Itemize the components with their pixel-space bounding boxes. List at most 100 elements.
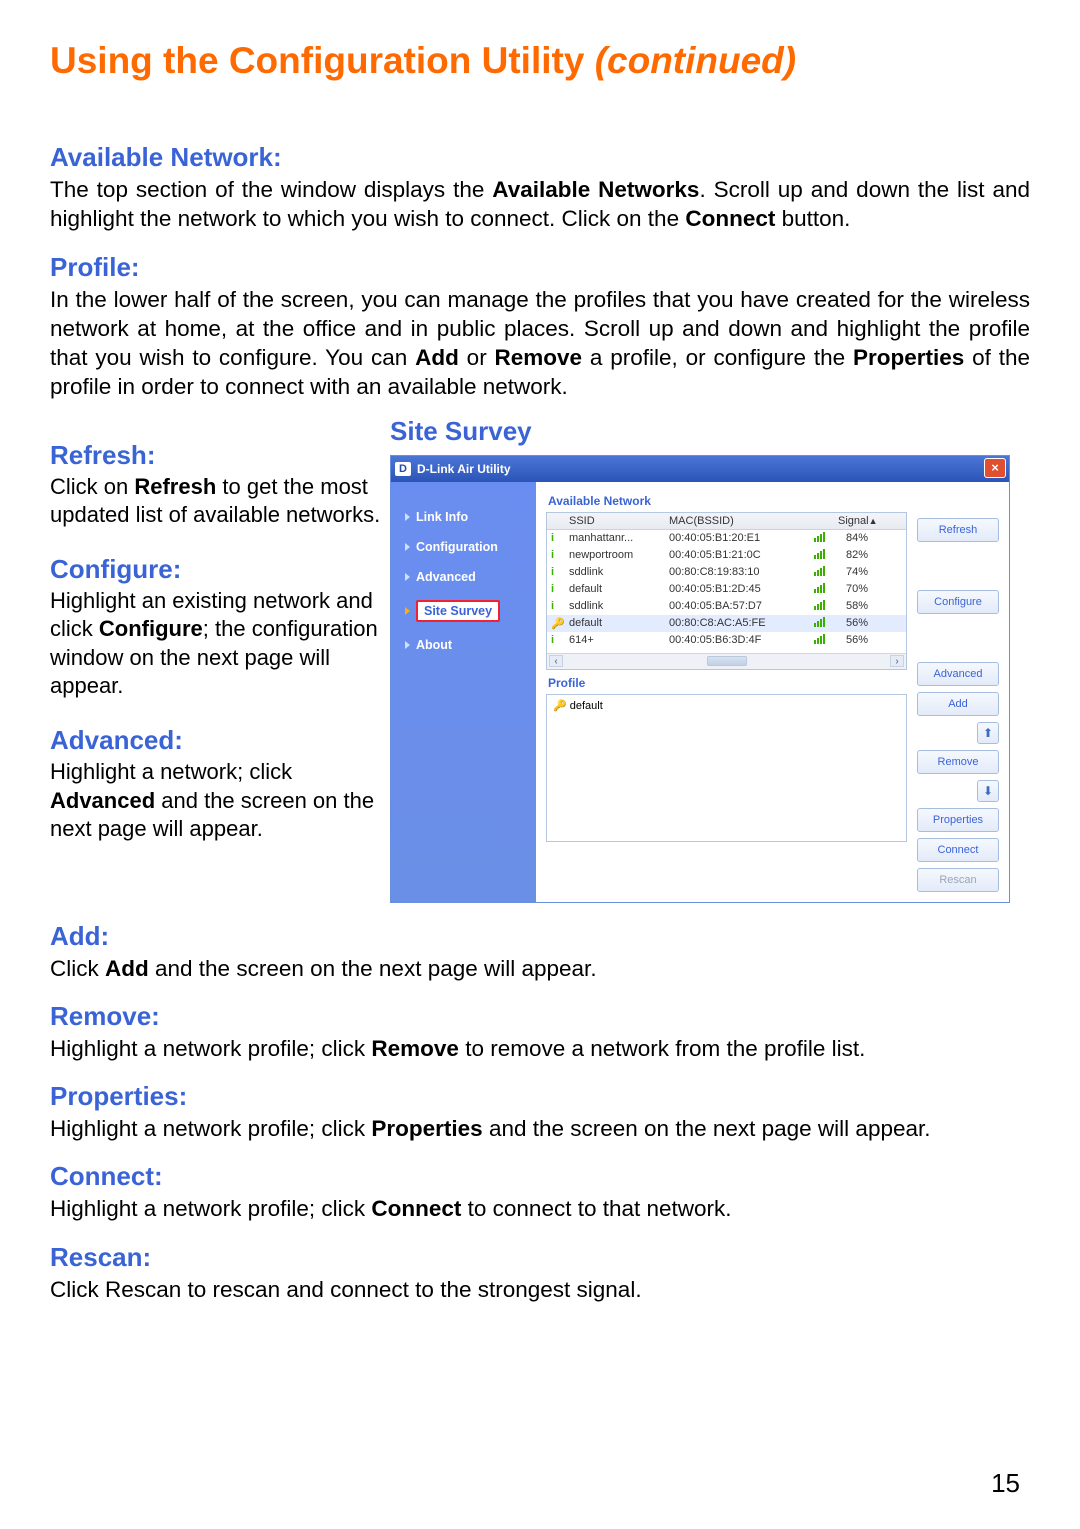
cell-mac: 00:80:C8:19:83:10 xyxy=(665,564,810,580)
scroll-left-icon[interactable]: ‹ xyxy=(549,655,563,667)
table-row[interactable]: i614+00:40:05:B6:3D:4F56% xyxy=(547,632,906,649)
profile-list[interactable]: 🔑 default xyxy=(546,694,907,842)
cell-mac: 00:40:05:B6:3D:4F xyxy=(665,632,810,648)
available-network-heading: Available Network: xyxy=(50,142,1030,173)
text: Highlight a network; click xyxy=(50,759,292,784)
close-button[interactable]: × xyxy=(984,458,1006,478)
table-row[interactable]: inewportroom00:40:05:B1:21:0C82% xyxy=(547,547,906,564)
configure-heading: Configure: xyxy=(50,554,382,585)
sidebar-item-advanced[interactable]: Advanced xyxy=(391,562,536,592)
text: Click on xyxy=(50,474,134,499)
add-heading: Add: xyxy=(50,921,1030,952)
col-mac[interactable]: MAC(BSSID) xyxy=(665,513,810,529)
col-signal[interactable]: Signal▲ xyxy=(834,513,872,529)
text-bold: Add xyxy=(105,956,149,981)
text: Highlight a network profile; click xyxy=(50,1196,371,1221)
sidebar-item-linkinfo[interactable]: Link Info xyxy=(391,502,536,532)
sidebar-label: Site Survey xyxy=(416,600,500,622)
cell-signal: 84% xyxy=(834,530,872,546)
text: Highlight a network profile; click xyxy=(50,1116,371,1141)
refresh-text: Click on Refresh to get the most updated… xyxy=(50,473,382,530)
rescan-button[interactable]: Rescan xyxy=(917,868,999,892)
signal-bars-icon xyxy=(814,600,825,610)
horizontal-scrollbar[interactable]: ‹ › xyxy=(547,653,906,669)
profile-item[interactable]: default xyxy=(570,700,603,712)
advanced-button[interactable]: Advanced xyxy=(917,662,999,686)
sort-up-icon: ▲ xyxy=(869,516,878,526)
title-main: Using the Configuration Utility xyxy=(50,40,595,81)
text-bold: Properties xyxy=(371,1116,482,1141)
text: Click xyxy=(50,956,105,981)
connect-button[interactable]: Connect xyxy=(917,838,999,862)
move-up-button[interactable]: ⬆ xyxy=(977,722,999,744)
table-row[interactable]: 🔑default00:80:C8:AC:A5:FE56% xyxy=(547,615,906,632)
site-survey-heading: Site Survey xyxy=(390,416,1030,447)
page-number: 15 xyxy=(991,1468,1020,1499)
table-header[interactable]: SSID MAC(BSSID) Signal▲ xyxy=(547,513,906,530)
cell-ssid: newportroom xyxy=(565,547,665,563)
table-row[interactable]: imanhattanr...00:40:05:B1:20:E184% xyxy=(547,530,906,547)
connect-text: Highlight a network profile; click Conne… xyxy=(50,1194,1030,1223)
text-bold: Refresh xyxy=(134,474,216,499)
cell-ssid: 614+ xyxy=(565,632,665,648)
cell-ssid: manhattanr... xyxy=(565,530,665,546)
table-row[interactable]: isddlink00:40:05:BA:57:D758% xyxy=(547,598,906,615)
properties-button[interactable]: Properties xyxy=(917,808,999,832)
cell-mac: 00:40:05:B1:21:0C xyxy=(665,547,810,563)
text-bold: Configure xyxy=(99,616,203,641)
signal-bars-icon xyxy=(814,583,825,593)
scroll-thumb[interactable] xyxy=(707,656,747,666)
text-bold: Remove xyxy=(371,1036,459,1061)
cell-mac: 00:40:05:B1:20:E1 xyxy=(665,530,810,546)
col-ssid[interactable]: SSID xyxy=(565,513,665,529)
text: a profile, or configure the xyxy=(582,345,853,370)
table-row[interactable]: idefault00:40:05:B1:2D:4570% xyxy=(547,581,906,598)
title-continued: (continued) xyxy=(595,40,796,81)
col-label: Signal xyxy=(838,515,869,527)
triangle-icon xyxy=(405,607,410,615)
remove-text: Highlight a network profile; click Remov… xyxy=(50,1034,1030,1063)
configure-button[interactable]: Configure xyxy=(917,590,999,614)
signal-bars-icon xyxy=(814,617,825,627)
cell-signal: 70% xyxy=(834,581,872,597)
window-title: D-Link Air Utility xyxy=(417,462,511,476)
available-network-text: The top section of the window displays t… xyxy=(50,175,1030,234)
sidebar-label: About xyxy=(416,638,452,652)
cell-signal: 58% xyxy=(834,598,872,614)
remove-button[interactable]: Remove xyxy=(917,750,999,774)
text: or xyxy=(459,345,495,370)
triangle-icon xyxy=(405,513,410,521)
refresh-heading: Refresh: xyxy=(50,440,382,471)
add-button[interactable]: Add xyxy=(917,692,999,716)
add-text: Click Add and the screen on the next pag… xyxy=(50,954,1030,983)
profile-panel-heading: Profile xyxy=(548,676,907,690)
sidebar-item-about[interactable]: About xyxy=(391,630,536,660)
info-icon: i xyxy=(551,583,554,595)
triangle-icon xyxy=(405,641,410,649)
content-area: Available Network SSID MAC(BSSID) Signal… xyxy=(536,482,1009,902)
refresh-button[interactable]: Refresh xyxy=(917,518,999,542)
titlebar[interactable]: D D-Link Air Utility × xyxy=(391,456,1009,482)
move-down-button[interactable]: ⬇ xyxy=(977,780,999,802)
table-row[interactable]: isddlink00:80:C8:19:83:1074% xyxy=(547,564,906,581)
scroll-right-icon[interactable]: › xyxy=(890,655,904,667)
text-bold: Properties xyxy=(853,345,964,370)
page-title: Using the Configuration Utility (continu… xyxy=(50,40,1030,82)
triangle-icon xyxy=(405,573,410,581)
network-table[interactable]: SSID MAC(BSSID) Signal▲ imanhattanr...00… xyxy=(546,512,907,670)
triangle-icon xyxy=(405,543,410,551)
table-body: i manhattanr...00:40:05:B1:20:E1 84%inewpo… xyxy=(547,530,906,649)
configure-text: Highlight an existing network and click … xyxy=(50,587,382,701)
signal-bars-icon xyxy=(814,634,825,644)
cell-mac: 00:40:05:BA:57:D7 xyxy=(665,598,810,614)
advanced-text: Highlight a network; click Advanced and … xyxy=(50,758,382,844)
text-bold: Remove xyxy=(495,345,583,370)
text: The top section of the window displays t… xyxy=(50,177,492,202)
cell-signal: 56% xyxy=(834,615,872,631)
sidebar-item-configuration[interactable]: Configuration xyxy=(391,532,536,562)
key-icon: 🔑 xyxy=(551,618,565,630)
text: button. xyxy=(775,206,850,231)
cell-ssid: default xyxy=(565,581,665,597)
sidebar-item-sitesurvey[interactable]: Site Survey xyxy=(391,592,536,630)
profile-heading: Profile: xyxy=(50,252,1030,283)
